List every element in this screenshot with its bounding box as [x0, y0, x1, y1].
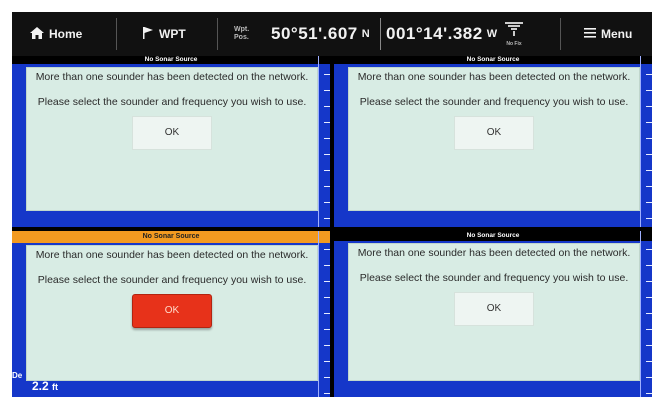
menu-button[interactable]: Menu: [584, 12, 632, 56]
scale-tick: [646, 90, 652, 91]
waypoint-flag-icon: [142, 26, 154, 42]
depth-scale: [640, 56, 652, 227]
sounder-select-dialog: More than one sounder has been detected …: [348, 67, 640, 211]
sonar-pane-bottom-left[interactable]: No Sonar Source De More than one sounder…: [12, 231, 330, 397]
scale-tick: [646, 218, 652, 219]
sounder-select-dialog: More than one sounder has been detected …: [348, 243, 640, 381]
topbar-divider: [217, 18, 218, 50]
scale-tick: [646, 202, 652, 203]
dialog-instruction: Please select the sounder and frequency …: [37, 274, 307, 286]
scale-tick: [646, 313, 652, 314]
scale-tick: [646, 393, 652, 394]
sounder-select-dialog: More than one sounder has been detected …: [26, 67, 318, 211]
depth-value: 2.2: [32, 379, 49, 393]
depth-scale: [640, 231, 652, 397]
depth-scale: [318, 56, 330, 227]
dialog-instruction: Please select the sounder and frequency …: [359, 96, 629, 108]
latitude-hemisphere: N: [361, 28, 371, 40]
longitude-value: 001°14'.382: [386, 24, 483, 43]
top-bar: Home WPT Wpt. Pos. 50°51'.607 N 001°14'.…: [12, 12, 652, 56]
gps-satellite-icon: [503, 21, 525, 41]
gps-status-text: No Fix: [506, 40, 522, 47]
gps-status-button[interactable]: No Fix: [500, 12, 528, 56]
position-label: Wpt. Pos.: [234, 12, 249, 56]
sonar-pane-bottom-right[interactable]: No Sonar Source More than one sounder ha…: [334, 231, 652, 397]
scale-tick: [646, 265, 652, 266]
menu-label: Menu: [601, 27, 633, 41]
ok-button-selected[interactable]: OK: [132, 294, 212, 328]
dialog-instruction: Please select the sounder and frequency …: [359, 272, 629, 284]
pos-label-line2: Pos.: [234, 34, 249, 41]
ok-button[interactable]: OK: [454, 292, 534, 326]
waypoint-button[interactable]: WPT: [142, 12, 186, 56]
scale-tick: [646, 297, 652, 298]
dialog-instruction: Please select the sounder and frequency …: [37, 96, 307, 108]
scale-tick: [646, 106, 652, 107]
depth-side-label: De: [12, 371, 23, 380]
scale-tick: [646, 377, 652, 378]
topbar-divider: [560, 18, 561, 50]
pane-header: No Sonar Source: [334, 56, 652, 64]
scale-tick: [646, 74, 652, 75]
pane-header: No Sonar Source: [334, 231, 652, 241]
scale-tick: [646, 281, 652, 282]
scale-tick: [646, 138, 652, 139]
ok-button[interactable]: OK: [454, 116, 534, 150]
home-button[interactable]: Home: [30, 12, 82, 56]
scale-tick: [646, 361, 652, 362]
scale-tick: [646, 154, 652, 155]
longitude-readout: 001°14'.382 W: [386, 12, 498, 56]
scale-tick: [646, 122, 652, 123]
scale-tick: [646, 249, 652, 250]
sounder-select-dialog: More than one sounder has been detected …: [26, 245, 318, 381]
latitude-readout: 50°51'.607 N: [271, 12, 370, 56]
depth-scale: [318, 231, 330, 397]
scale-tick: [646, 329, 652, 330]
sonar-pane-top-left[interactable]: No Sonar Source More than one sounder ha…: [12, 56, 330, 227]
scale-tick: [646, 170, 652, 171]
depth-unit: ft: [52, 382, 59, 392]
topbar-divider: [116, 18, 117, 50]
dialog-message: More than one sounder has been detected …: [35, 71, 309, 83]
menu-icon: [584, 27, 596, 41]
scale-tick: [646, 345, 652, 346]
sonar-pane-top-right[interactable]: No Sonar Source More than one sounder ha…: [334, 56, 652, 227]
pane-header-active: No Sonar Source: [12, 231, 330, 243]
home-label: Home: [49, 27, 83, 41]
home-icon: [30, 26, 44, 42]
pos-label-line1: Wpt.: [234, 26, 250, 33]
scale-tick: [646, 186, 652, 187]
wpt-label: WPT: [159, 27, 186, 41]
pane-header: No Sonar Source: [12, 56, 330, 64]
dialog-message: More than one sounder has been detected …: [35, 249, 309, 261]
topbar-divider: [380, 18, 381, 50]
dialog-message: More than one sounder has been detected …: [357, 247, 631, 259]
ok-button[interactable]: OK: [132, 116, 212, 150]
longitude-hemisphere: W: [486, 28, 498, 40]
dialog-message: More than one sounder has been detected …: [357, 71, 631, 83]
mfd-screen: Home WPT Wpt. Pos. 50°51'.607 N 001°14'.…: [12, 12, 652, 397]
pane-divider-horizontal: [12, 227, 652, 231]
depth-readout: 2.2 ft: [32, 379, 58, 393]
latitude-value: 50°51'.607: [271, 24, 358, 43]
